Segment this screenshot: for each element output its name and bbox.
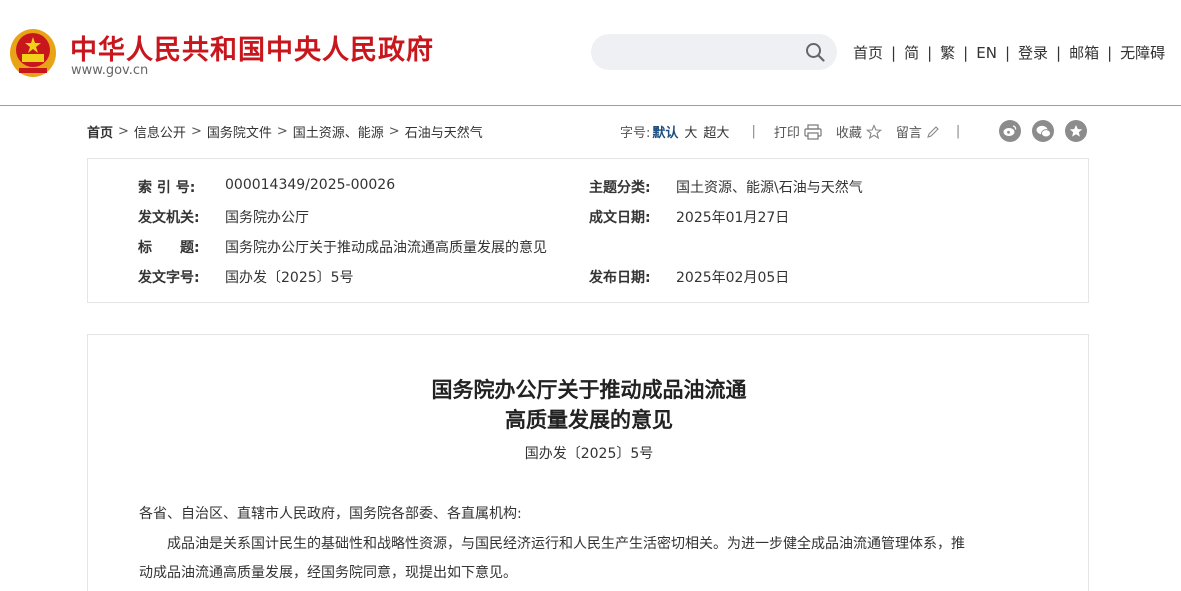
nav-simplified[interactable]: 简: [904, 42, 919, 63]
nav-login[interactable]: 登录: [1018, 42, 1048, 63]
site-header: 中华人民共和国中央人民政府 www.gov.cn 首页 | 简 | 繁 | EN…: [0, 0, 1181, 106]
breadcrumb-home[interactable]: 首页: [87, 122, 113, 141]
font-size-label: 字号:: [620, 126, 651, 141]
document-content: 国务院办公厅关于推动成品油流通 高质量发展的意见 国办发〔2025〕5号 各省、…: [87, 334, 1089, 591]
breadcrumb-info-disclosure[interactable]: 信息公开: [134, 122, 186, 141]
favorite-button[interactable]: 收藏: [836, 122, 882, 141]
publish-date-value: 2025年02月05日: [676, 270, 790, 286]
nav-separator: |: [1004, 43, 1010, 62]
favorite-label: 收藏: [835, 126, 862, 141]
nav-english[interactable]: EN: [976, 44, 997, 62]
index-number-key: 索 引 号:: [138, 180, 196, 196]
title-key: 标 题:: [138, 240, 200, 256]
font-size-default[interactable]: 默认: [652, 122, 678, 141]
nav-separator: |: [1107, 43, 1113, 62]
doc-number-value: 国办发〔2025〕5号: [225, 270, 354, 286]
share-bar: [999, 120, 1098, 142]
breadcrumb-state-council-docs[interactable]: 国务院文件: [207, 122, 272, 141]
issuer-value: 国务院办公厅: [225, 210, 309, 226]
print-button[interactable]: 打印: [774, 122, 822, 141]
search-icon[interactable]: [805, 42, 825, 62]
font-size-xlarge[interactable]: 超大: [703, 122, 729, 141]
print-label: 打印: [773, 126, 800, 141]
document-metadata: 索 引 号: 000014349/2025-00026 主题分类: 国土资源、能…: [87, 158, 1089, 303]
written-date-value: 2025年01月27日: [676, 210, 790, 226]
breadcrumb-separator: >: [388, 124, 400, 139]
nav-separator: |: [963, 43, 969, 62]
site-domain: www.gov.cn: [71, 63, 149, 78]
breadcrumb-separator: >: [118, 124, 129, 139]
breadcrumb-oil-gas[interactable]: 石油与天然气: [405, 122, 483, 141]
breadcrumb-separator: >: [190, 124, 202, 139]
publish-date-key: 发布日期:: [589, 270, 651, 286]
star-outline-icon: [865, 123, 882, 139]
weibo-icon[interactable]: [999, 120, 1021, 142]
top-nav: 首页 | 简 | 繁 | EN | 登录 | 邮箱 | 无障碍: [853, 42, 1165, 63]
body-paragraph-line: 成品油是关系国计民生的基础性和战略性资源，与国民经济运行和人民生产生活密切相关。…: [139, 536, 965, 552]
site-title[interactable]: 中华人民共和国中央人民政府: [70, 28, 434, 67]
favorite-star-icon[interactable]: [1065, 120, 1087, 142]
nav-separator: |: [891, 43, 897, 62]
comment-label: 留言: [895, 126, 922, 141]
pencil-icon: [927, 125, 939, 138]
breadcrumb-land-energy[interactable]: 国土资源、能源: [293, 122, 384, 141]
document-title-line: 国务院办公厅关于推动成品油流通: [431, 378, 747, 402]
topic-key: 主题分类:: [589, 180, 651, 196]
document-title: 国务院办公厅关于推动成品油流通 高质量发展的意见: [88, 375, 1090, 435]
nav-accessibility[interactable]: 无障碍: [1120, 42, 1165, 63]
font-size-large[interactable]: 大: [684, 122, 697, 141]
issuer-key: 发文机关:: [138, 210, 200, 226]
nav-mail[interactable]: 邮箱: [1069, 42, 1099, 63]
body-paragraph-line: 动成品油流通高质量发展，经国务院同意，现提出如下意见。: [139, 565, 517, 581]
doc-number-key: 发文字号:: [138, 270, 200, 286]
nav-separator: |: [927, 43, 933, 62]
breadcrumb: 首页 > 信息公开 > 国务院文件 > 国土资源、能源 > 石油与天然气: [87, 122, 483, 141]
nav-separator: |: [1056, 43, 1062, 62]
index-number-value: 000014349/2025-00026: [225, 177, 396, 193]
tools-separator: |: [955, 124, 961, 139]
document-title-line: 高质量发展的意见: [505, 408, 673, 432]
national-emblem-icon[interactable]: [9, 28, 57, 78]
title-value: 国务院办公厅关于推动成品油流通高质量发展的意见: [225, 240, 547, 256]
written-date-key: 成文日期:: [589, 210, 651, 226]
nav-traditional[interactable]: 繁: [940, 42, 955, 63]
salutation: 各省、自治区、直辖市人民政府，国务院各部委、各直属机构:: [139, 506, 522, 522]
article-tools: 字号: 默认 大 超大 | 打印 收藏 留言 |: [620, 122, 986, 141]
breadcrumb-separator: >: [276, 124, 288, 139]
wechat-icon[interactable]: [1032, 120, 1054, 142]
comment-button[interactable]: 留言: [896, 122, 940, 141]
nav-home[interactable]: 首页: [853, 42, 883, 63]
printer-icon: [804, 123, 822, 140]
document-number: 国办发〔2025〕5号: [524, 446, 654, 462]
topic-value: 国土资源、能源\石油与天然气: [676, 180, 863, 196]
tools-separator: |: [751, 124, 756, 139]
search-input[interactable]: [591, 34, 837, 70]
